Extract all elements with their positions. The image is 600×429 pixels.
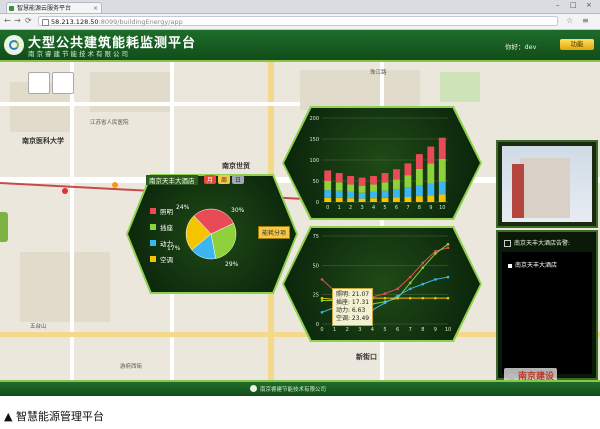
park-area [440, 72, 480, 102]
legend-swatch [150, 240, 156, 246]
tooltip-row: 照明: 21.07 [336, 291, 370, 298]
tooltip-row: 空调: 23.49 [336, 315, 370, 322]
reload-icon[interactable]: ⟳ [25, 16, 32, 25]
line-hex-panel [282, 226, 482, 342]
category-button[interactable]: 能耗分项 [258, 226, 291, 239]
minimize-icon[interactable]: – [556, 1, 560, 9]
legend-label: 动力 [160, 240, 173, 248]
user-greeting: 你好：dev [505, 43, 537, 51]
period-tabs: 月 周 日 [204, 175, 245, 184]
close-tab-icon[interactable]: × [93, 3, 98, 13]
url-path: :8099/buildingEnergy/app [98, 18, 183, 26]
page-info-icon[interactable] [42, 19, 49, 26]
period-tab-week[interactable]: 周 [218, 175, 231, 184]
footer-logo-icon [250, 385, 257, 392]
close-window-icon[interactable]: × [586, 1, 592, 9]
browser-tab[interactable]: 智慧能源云服务平台 × [6, 2, 102, 13]
legend-swatch [150, 224, 156, 230]
alarm-item-text: 南京天丰大酒店 [515, 262, 558, 269]
alarm-list: 南京天丰大酒店 [502, 252, 592, 374]
tooltip-row: 插座: 17.31 [336, 299, 370, 306]
bar-hex-panel [282, 106, 482, 220]
building-photo [496, 140, 598, 228]
tab-title: 智慧能源云服务平台 [17, 5, 72, 12]
legend-swatch [150, 256, 156, 262]
map-marker-icon[interactable] [112, 182, 118, 188]
alarm-head-text: 南京天丰大酒店告警: [514, 240, 571, 247]
line-hex-inner [284, 228, 480, 340]
map-label: 珠江路 [370, 70, 387, 76]
map-marker-icon[interactable] [62, 188, 68, 194]
legend-label: 空调 [160, 256, 173, 264]
function-menu-button[interactable]: 功能 [560, 39, 594, 50]
bullet-icon [508, 263, 512, 268]
photo-building-side [512, 164, 524, 218]
alarm-panel-head: 南京天丰大酒店告警: [504, 238, 570, 247]
map-tools [28, 72, 78, 94]
period-tab-month[interactable]: 月 [204, 175, 217, 184]
photo-building [520, 158, 570, 218]
map-block [90, 72, 170, 112]
legend-label: 照明 [160, 208, 173, 216]
bar-hex-inner [284, 108, 480, 218]
map-block [300, 70, 420, 110]
legend-swatch [150, 208, 156, 214]
map-label: 新街口 [356, 353, 377, 361]
alarm-icon [504, 240, 511, 247]
tooltip-row: 动力: 6.63 [336, 307, 366, 314]
app-footer: 南京睿建节能技术有限公司 [0, 380, 600, 396]
side-toggle-tab[interactable] [0, 212, 8, 242]
line-tooltip: 照明: 21.07 插座: 17.31 动力: 6.63 空调: 23.49 [332, 288, 374, 326]
map-measure-tool[interactable] [52, 72, 74, 94]
figure-caption: ▲ 智慧能源管理平台 [4, 410, 104, 423]
browser-tab-bar: 智慧能源云服务平台 × – □ × [0, 0, 600, 14]
address-bar-row: ← → ⟳ 58.213.128.50:8099/buildingEnergy/… [0, 14, 600, 30]
alarm-item[interactable]: 南京天丰大酒店 [508, 260, 557, 269]
map-label: 五台山 [30, 324, 47, 330]
back-icon[interactable]: ← [4, 16, 11, 25]
alarm-panel: 南京天丰大酒店告警: 南京天丰大酒店 [496, 230, 598, 380]
map-block [20, 252, 110, 322]
app-logo-icon [4, 35, 24, 55]
maximize-icon[interactable]: □ [570, 1, 577, 9]
app-subtitle: 南京睿建节能技术有限公司 [28, 50, 130, 58]
browser-menu-icon[interactable]: ≡ [582, 16, 589, 25]
period-tab-day[interactable]: 日 [232, 175, 245, 184]
map-road [0, 102, 300, 106]
map-label: 江苏省人民医院 [90, 120, 129, 126]
url-host: 58.213.128.50 [51, 18, 99, 26]
map-label: 南京医科大学 [22, 137, 64, 145]
favicon-icon [9, 6, 14, 11]
map-label: 南京世贸 [222, 162, 250, 170]
pie-panel-building: 南京天丰大酒店 [146, 175, 198, 185]
url-field[interactable]: 58.213.128.50:8099/buildingEnergy/app [38, 16, 558, 26]
map-label: 游府西街 [120, 364, 143, 370]
map-layer-tool[interactable] [28, 72, 50, 94]
bookmark-star-icon[interactable]: ☆ [566, 16, 573, 25]
footer-text: 南京睿建节能技术有限公司 [260, 387, 327, 393]
forward-icon[interactable]: → [14, 16, 21, 25]
pie-legend: 照明 插座 动力 空调 [150, 206, 173, 270]
app-header: 大型公共建筑能耗监测平台 南京睿建节能技术有限公司 你好：dev 功能 [0, 30, 600, 62]
legend-label: 插座 [160, 224, 173, 232]
